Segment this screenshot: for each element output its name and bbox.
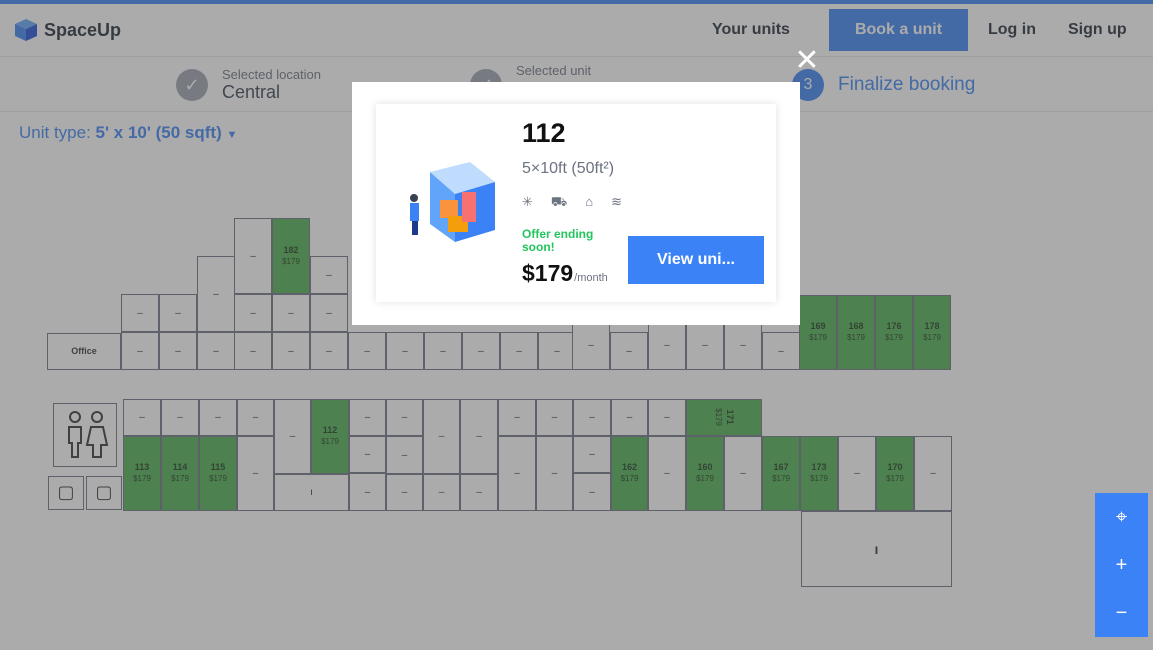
- zoom-in-button[interactable]: +: [1116, 554, 1128, 577]
- unit-number: 112: [522, 118, 566, 148]
- view-unit-button[interactable]: View uni...: [628, 236, 764, 284]
- wifi-icon: ≋: [611, 194, 623, 209]
- unit-card: 112 5×10ft (50ft²) ✳ ⛟ ⌂ ≋ Offer ending …: [376, 104, 776, 302]
- drive-up-icon: ⛟: [550, 194, 568, 209]
- map-controls: ⌖ + −: [1095, 493, 1148, 637]
- unit-size: 5×10ft (50ft²): [522, 160, 615, 177]
- unit-price-row: $179 /month: [522, 260, 608, 287]
- price-period: /month: [574, 272, 608, 284]
- unit-price: $179: [522, 260, 574, 286]
- garage-icon: ⌂: [585, 194, 594, 209]
- offer-text: Offer ending soon!: [522, 227, 594, 255]
- crosshair-icon[interactable]: ⌖: [1116, 506, 1127, 529]
- unit-features: ✳ ⛟ ⌂ ≋: [522, 194, 622, 212]
- climate-control-icon: ✳: [522, 194, 533, 209]
- unit-modal: 112 5×10ft (50ft²) ✳ ⛟ ⌂ ≋ Offer ending …: [352, 82, 800, 325]
- zoom-out-button[interactable]: −: [1116, 602, 1128, 625]
- close-icon[interactable]: ✕: [791, 44, 823, 77]
- storage-illustration-icon: [410, 162, 495, 242]
